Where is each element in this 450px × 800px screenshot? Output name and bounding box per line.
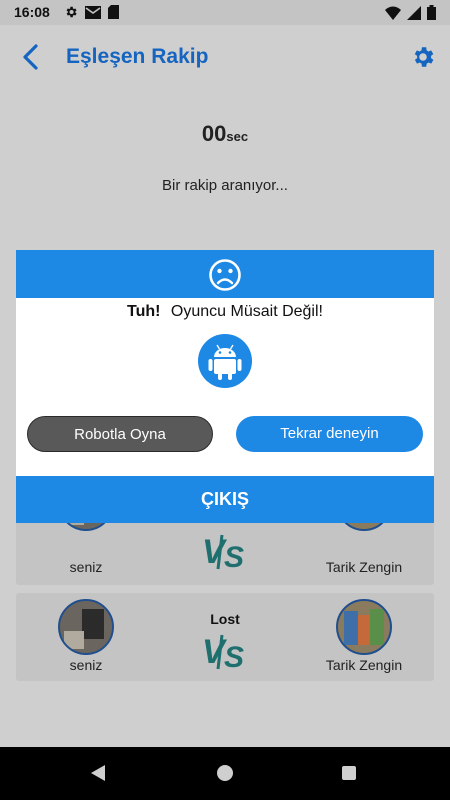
arrow-back-icon[interactable] xyxy=(16,41,48,73)
dialog-header xyxy=(16,250,434,298)
nav-recent-icon[interactable] xyxy=(342,766,356,780)
status-icons-right xyxy=(385,5,436,20)
status-time: 16:08 xyxy=(14,4,50,20)
match-card[interactable]: seniz Lost V S Tarik Zengin xyxy=(16,593,434,681)
nav-home-icon[interactable] xyxy=(217,765,233,781)
gear-icon xyxy=(66,6,77,18)
right-player-name: Tarik Zengin xyxy=(325,559,403,575)
right-player-name: Tarik Zengin xyxy=(325,657,403,673)
timer-unit: sec xyxy=(226,129,249,144)
play-with-robot-button[interactable]: Robotla Oyna xyxy=(27,416,213,452)
versus-icon: V S xyxy=(202,633,244,671)
status-bar: 16:08 xyxy=(0,0,450,25)
left-player-name: seniz xyxy=(69,559,103,575)
dialog-message-text: Oyuncu Müsait Değil! xyxy=(170,303,323,320)
page-title: Eşleşen Rakip xyxy=(66,45,209,68)
left-player-name: seniz xyxy=(69,657,103,673)
search-status: Bir rakip aranıyor... xyxy=(162,177,288,194)
sd-card-icon xyxy=(108,5,119,19)
wifi-icon xyxy=(385,6,401,20)
exit-button[interactable]: ÇIKIŞ xyxy=(16,476,434,523)
svg-text:S: S xyxy=(224,541,244,571)
retry-button[interactable]: Tekrar deneyin xyxy=(236,416,423,452)
battery-icon xyxy=(427,5,436,20)
opponent-avatar xyxy=(336,599,392,655)
signal-icon xyxy=(407,5,421,20)
dialog-message-bold: Tuh! xyxy=(127,303,161,320)
countdown-timer: 00sec xyxy=(0,121,450,147)
android-icon xyxy=(198,334,252,388)
system-nav-bar xyxy=(0,747,450,800)
sad-face-icon xyxy=(209,259,241,291)
nav-back-icon[interactable] xyxy=(90,765,106,781)
app-bar: Eşleşen Rakip xyxy=(0,25,450,89)
status-icons-left xyxy=(64,5,119,19)
mail-icon xyxy=(85,5,101,19)
player-unavailable-dialog: Tuh! Oyuncu Müsait Değil! Robotla Oyna T… xyxy=(16,250,434,523)
svg-text:S: S xyxy=(224,641,244,671)
timer-value: 00 xyxy=(201,121,227,146)
versus-icon: V S xyxy=(202,533,244,571)
settings-gear-icon[interactable] xyxy=(410,44,436,70)
player-avatar xyxy=(58,599,114,655)
dialog-message: Tuh! Oyuncu Müsait Değil! xyxy=(16,303,434,321)
